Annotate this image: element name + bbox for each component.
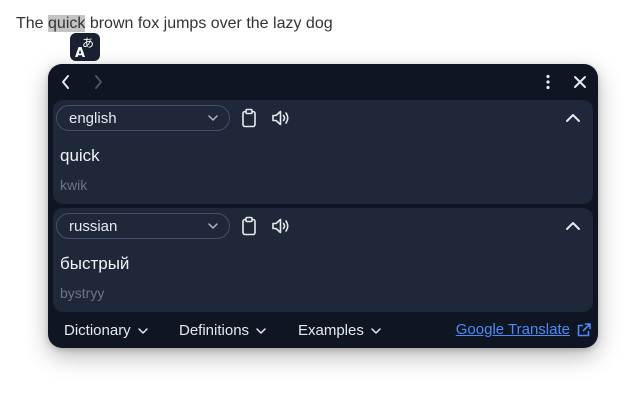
definitions-label: Definitions xyxy=(179,322,250,339)
source-panel: english quick kwik xyxy=(53,100,593,204)
speak-source-button[interactable] xyxy=(269,107,293,129)
clipboard-icon xyxy=(242,216,256,236)
chevron-up-icon xyxy=(566,222,580,230)
chevron-down-icon xyxy=(371,327,381,334)
chevron-right-icon xyxy=(95,75,102,89)
back-button[interactable] xyxy=(56,72,76,92)
svg-text:A: A xyxy=(75,46,85,59)
chevron-left-icon xyxy=(62,75,69,89)
copy-source-button[interactable] xyxy=(238,107,260,129)
forward-button[interactable] xyxy=(88,72,108,92)
more-button[interactable] xyxy=(538,72,558,92)
close-icon xyxy=(574,76,586,88)
target-panel: russian быстрый bystryy xyxy=(53,208,593,312)
definitions-menu[interactable]: Definitions xyxy=(179,322,267,339)
chevron-up-icon xyxy=(566,114,580,122)
sentence-after: brown fox jumps over the lazy dog xyxy=(85,15,333,32)
chevron-down-icon xyxy=(208,115,218,121)
target-language-select[interactable]: russian xyxy=(56,213,230,239)
source-word: quick xyxy=(60,146,100,165)
copy-target-button[interactable] xyxy=(238,215,260,237)
speaker-icon xyxy=(272,218,289,234)
translate-icon: あ A xyxy=(75,36,94,59)
more-vertical-icon xyxy=(546,74,550,90)
speak-target-button[interactable] xyxy=(269,215,293,237)
chevron-down-icon xyxy=(256,327,266,334)
chevron-down-icon xyxy=(208,223,218,229)
examples-menu[interactable]: Examples xyxy=(298,322,382,339)
dictionary-menu[interactable]: Dictionary xyxy=(64,322,149,339)
source-language-select[interactable]: english xyxy=(56,105,230,131)
close-button[interactable] xyxy=(570,72,590,92)
google-translate-link[interactable]: Google Translate xyxy=(456,321,592,338)
page-sentence: The quick brown fox jumps over the lazy … xyxy=(16,14,333,34)
collapse-source-button[interactable] xyxy=(561,107,585,129)
target-transliteration: bystryy xyxy=(60,285,105,301)
speaker-icon xyxy=(272,110,289,126)
translation-popup: english quick kwik russian быстрый bystr… xyxy=(48,64,598,348)
target-language-label: russian xyxy=(69,218,118,235)
clipboard-icon xyxy=(242,108,256,128)
external-link-icon xyxy=(577,322,591,336)
selected-word[interactable]: quick xyxy=(48,15,86,32)
popup-footer: Dictionary Definitions Examples Google T… xyxy=(48,316,598,348)
source-language-label: english xyxy=(69,110,117,127)
translate-button[interactable]: あ A xyxy=(70,33,100,61)
popup-toolbar xyxy=(48,64,598,100)
sentence-before: The xyxy=(16,15,49,32)
examples-label: Examples xyxy=(298,322,364,339)
google-translate-label: Google Translate xyxy=(455,321,570,338)
source-transliteration: kwik xyxy=(60,177,88,193)
target-word: быстрый xyxy=(60,254,130,273)
chevron-down-icon xyxy=(137,327,148,334)
collapse-target-button[interactable] xyxy=(561,215,585,237)
dictionary-label: Dictionary xyxy=(64,322,131,339)
